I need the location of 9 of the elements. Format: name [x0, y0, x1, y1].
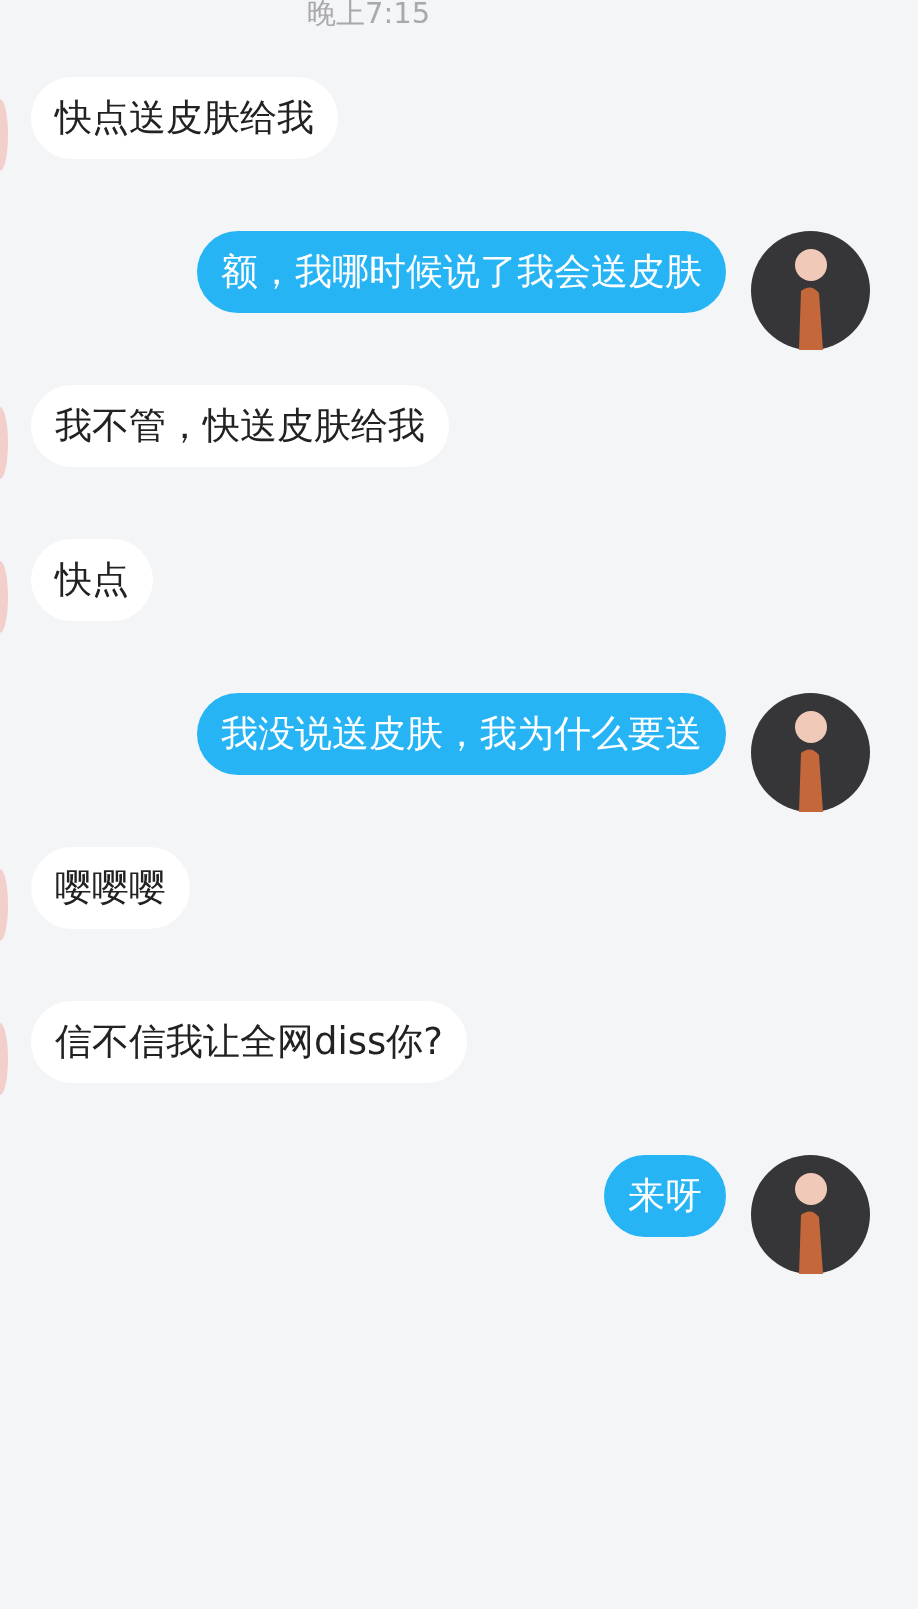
message-bubble: 嘤嘤嘤 [31, 847, 190, 929]
timestamp: 晚上7:15 [307, 0, 431, 28]
message-bubble: 信不信我让全网diss你? [31, 1001, 467, 1083]
message-bubble: 我不管，快送皮肤给我 [31, 385, 449, 467]
message-bubble: 快点送皮肤给我 [31, 77, 338, 159]
message-bubble: 我没说送皮肤，我为什么要送 [197, 693, 726, 775]
message-bubble: 快点 [31, 539, 153, 621]
message-bubble: 来呀 [604, 1155, 726, 1237]
message-bubble: 额，我哪时候说了我会送皮肤 [197, 231, 726, 313]
